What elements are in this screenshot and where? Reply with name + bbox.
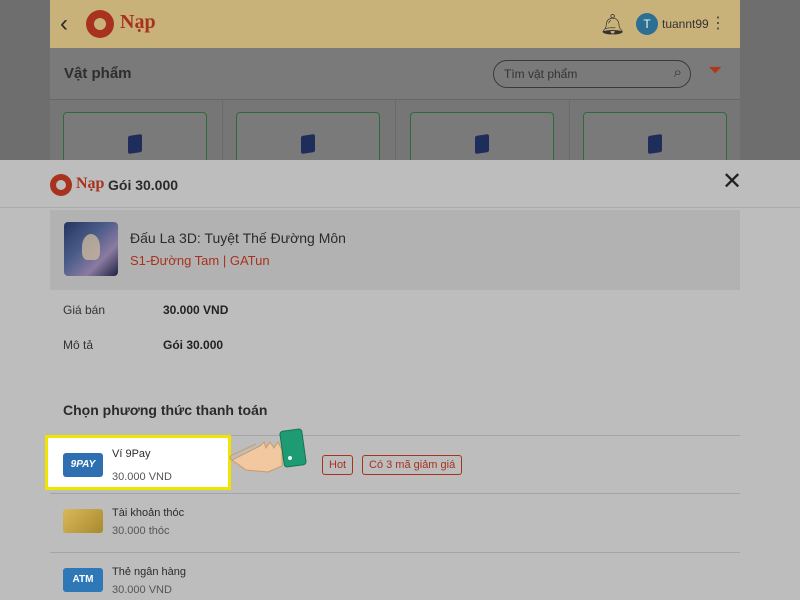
price-label: Giá bán xyxy=(63,303,106,317)
bell-icon[interactable]: 🔔︎ xyxy=(600,12,625,37)
sheet-title: Gói 30.000 xyxy=(108,177,179,193)
brand-logo-icon xyxy=(86,10,114,38)
payment-method-rice[interactable]: Tài khoản thóc 30.000 thóc xyxy=(50,494,740,552)
gem-icon xyxy=(301,134,315,154)
method-name: Thẻ ngân hàng xyxy=(112,566,187,578)
atm-card-icon: ATM xyxy=(63,568,103,592)
filter-icon[interactable]: ⏷ xyxy=(708,60,722,81)
description-label: Mô tả xyxy=(63,338,94,352)
more-vertical-icon[interactable]: ⋮ xyxy=(710,13,726,33)
method-name: Ví 9Pay xyxy=(112,448,151,460)
close-icon[interactable]: ✕ xyxy=(722,170,742,194)
payment-method-bank-card[interactable]: ATM Thẻ ngân hàng 30.000 VND xyxy=(50,553,740,600)
description-value: Gói 30.000 xyxy=(163,338,224,352)
items-toolbar: Vật phẩm Tìm vật phẩm ⌕ ⏷ xyxy=(50,48,740,100)
payment-method-title: Chọn phương thức thanh toán xyxy=(63,402,268,418)
brand-name: Nạp xyxy=(120,11,156,33)
price-value: 30.000 VND xyxy=(163,303,229,317)
purchase-sheet: Nạp Gói 30.000 ✕ Đấu La 3D: Tuyệt Thế Đư… xyxy=(0,160,800,600)
payment-method-9pay[interactable]: 9PAY Ví 9Pay 30.000 VND xyxy=(45,435,231,490)
chevron-left-icon[interactable]: ‹ xyxy=(60,10,68,38)
method-name: Tài khoản thóc xyxy=(112,507,185,519)
game-name: Đấu La 3D: Tuyệt Thế Đường Môn xyxy=(130,230,346,246)
divider xyxy=(569,100,570,160)
search-input[interactable]: Tìm vật phẩm ⌕ xyxy=(493,60,691,88)
pointing-hand-icon xyxy=(229,428,307,473)
method-price: 30.000 thóc xyxy=(112,525,170,537)
hot-badge: Hot xyxy=(322,455,354,475)
game-thumbnail xyxy=(64,222,118,276)
divider xyxy=(395,100,396,160)
gem-icon xyxy=(128,134,142,154)
item-grid xyxy=(50,100,740,172)
divider xyxy=(222,100,223,160)
gem-icon xyxy=(648,134,662,154)
username[interactable]: tuannt99 xyxy=(662,17,709,31)
9pay-wallet-icon: 9PAY xyxy=(63,453,103,477)
game-server: S1-Đường Tam | GATun xyxy=(130,253,270,268)
rice-account-icon xyxy=(63,509,103,533)
game-info: Đấu La 3D: Tuyệt Thế Đường Môn S1-Đường … xyxy=(50,210,740,290)
section-title: Vật phẩm xyxy=(64,65,132,82)
brand-logo-icon xyxy=(50,174,72,196)
avatar[interactable]: T xyxy=(636,13,658,35)
sheet-header: Nạp Gói 30.000 ✕ xyxy=(0,160,800,208)
discount-badge[interactable]: Có 3 mã giảm giá xyxy=(362,455,463,475)
sheet-brand: Nạp xyxy=(76,175,105,192)
search-icon[interactable]: ⌕ xyxy=(674,64,682,81)
method-price: 30.000 VND xyxy=(112,584,172,596)
top-header: ‹ Nạp 🔔︎ T tuannt99 ⋮ xyxy=(50,0,740,48)
method-price: 30.000 VND xyxy=(112,471,172,483)
search-placeholder: Tìm vật phẩm xyxy=(504,67,578,81)
gem-icon xyxy=(475,134,489,154)
